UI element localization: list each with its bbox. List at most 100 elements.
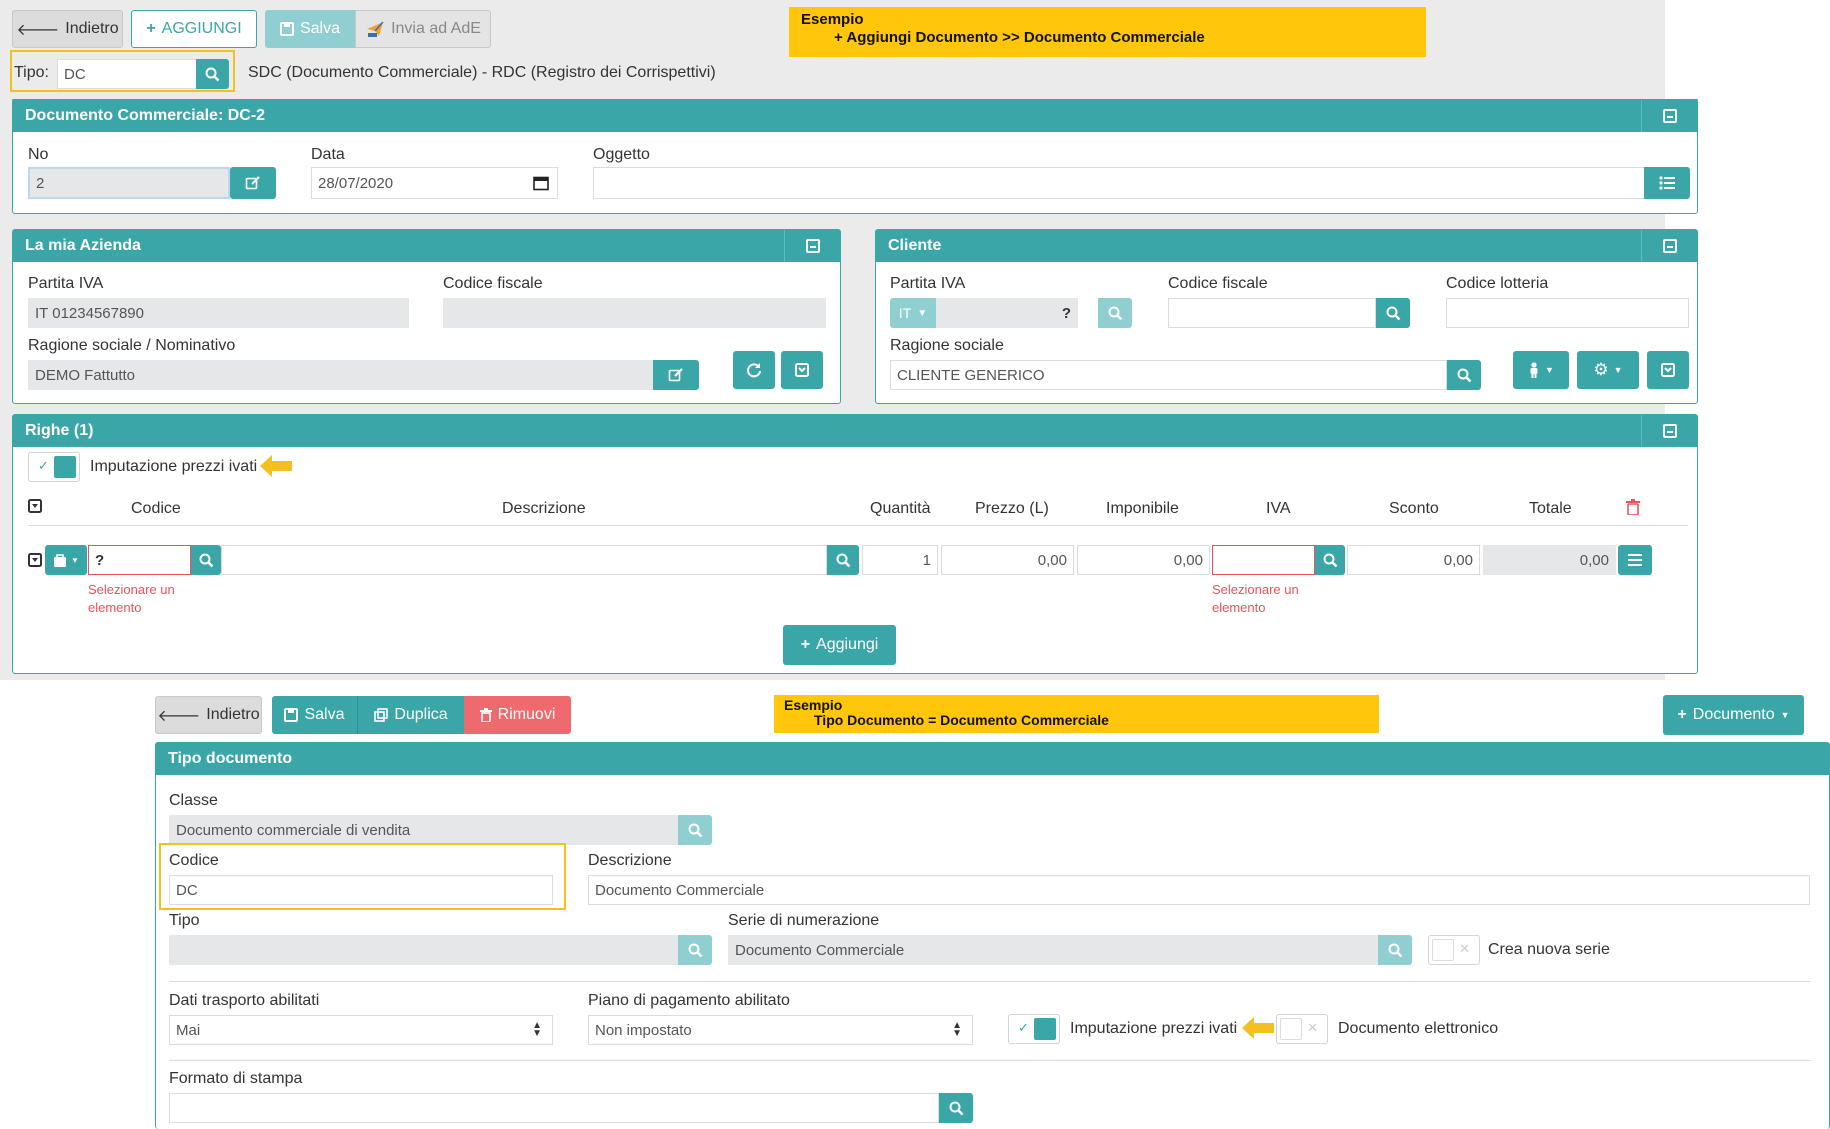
cliente-piva-input[interactable]: ? <box>936 298 1078 328</box>
person-dropdown-button[interactable]: ▼ <box>1513 351 1569 389</box>
search-icon <box>836 553 851 568</box>
imputazione-toggle[interactable]: ✓ <box>1008 1014 1060 1044</box>
classe-search-button[interactable] <box>678 815 712 845</box>
pagamento-label: Piano di pagamento abilitato <box>588 992 790 1009</box>
cliente-rs-input[interactable]: CLIENTE GENERICO <box>890 360 1447 390</box>
tipo-documento-screen: 🡐 Indietro Salva Duplica Rimuovi Esempio … <box>153 686 1830 1129</box>
documento-elettronico-label: Documento elettronico <box>1338 1020 1499 1037</box>
no-input[interactable]: 2 <box>28 167 230 199</box>
codice-input[interactable]: ? <box>88 545 191 575</box>
floppy-icon <box>284 708 299 722</box>
tipo-search-button[interactable] <box>678 935 712 965</box>
classe-label: Classe <box>169 792 218 809</box>
save-button[interactable]: Salva <box>272 696 357 734</box>
iva-input[interactable] <box>1212 545 1315 575</box>
codice-input[interactable]: DC <box>169 875 553 905</box>
plus-icon: + <box>800 636 811 653</box>
data-label: Data <box>311 146 345 163</box>
cliente-rs-search-button[interactable] <box>1447 360 1481 390</box>
cliente-cf-input[interactable] <box>1168 298 1376 328</box>
imponibile-input[interactable]: 0,00 <box>1077 545 1210 575</box>
codice-search-button[interactable] <box>191 545 221 575</box>
descrizione-input[interactable] <box>221 545 827 575</box>
send-ade-button[interactable]: Invia ad AdE <box>355 10 491 48</box>
oggetto-list-button[interactable] <box>1644 167 1690 199</box>
refresh-icon <box>746 362 762 378</box>
azienda-piva-input[interactable]: IT 01234567890 <box>28 298 409 328</box>
document-panel-header: Documento Commerciale: DC-2 <box>13 100 1697 132</box>
refresh-button[interactable] <box>733 351 775 389</box>
azienda-expand-button[interactable] <box>781 351 823 389</box>
add-row-button[interactable]: + Aggiungi <box>783 625 896 665</box>
cliente-rs-label: Ragione sociale <box>890 337 1004 354</box>
oggetto-label: Oggetto <box>593 146 650 163</box>
cliente-cf-search-button[interactable] <box>1376 298 1410 328</box>
descrizione-search-button[interactable] <box>827 545 859 575</box>
cliente-expand-button[interactable] <box>1647 351 1689 389</box>
serie-input[interactable]: Documento Commerciale <box>728 935 1378 965</box>
search-icon <box>688 943 703 958</box>
col-iva: IVA <box>1266 500 1291 517</box>
codice-error: Selezionare un elemento <box>88 582 175 615</box>
edit-number-button[interactable] <box>230 167 276 199</box>
azienda-cf-input[interactable] <box>443 298 826 328</box>
classe-input[interactable]: Documento commerciale di vendita <box>169 815 678 845</box>
search-icon <box>1457 368 1472 383</box>
formato-search-button[interactable] <box>939 1093 973 1123</box>
col-quantita: Quantità <box>870 500 931 517</box>
collapse-icon[interactable] <box>784 230 840 262</box>
collapse-icon[interactable] <box>1641 100 1697 132</box>
date-input[interactable]: 28/07/2020 <box>311 167 558 199</box>
iva-search-button[interactable] <box>1315 545 1345 575</box>
remove-button[interactable]: Rimuovi <box>464 696 571 734</box>
tipo-input[interactable]: DC <box>57 59 197 89</box>
tipo-search-button[interactable] <box>196 59 229 89</box>
tipo-input[interactable] <box>169 935 678 965</box>
codice-lotteria-input[interactable] <box>1446 298 1689 328</box>
quantita-input[interactable]: 1 <box>862 545 938 575</box>
select-all-icon[interactable] <box>28 499 42 513</box>
trash-icon[interactable] <box>1626 499 1640 515</box>
pagamento-select[interactable]: Non impostato ▲ ▼ <box>588 1015 973 1045</box>
trasporto-select[interactable]: Mai ▲ ▼ <box>169 1015 553 1045</box>
row-expand-icon[interactable] <box>28 553 42 567</box>
col-imponibile: Imponibile <box>1106 500 1179 517</box>
settings-dropdown-button[interactable]: ⚙ ▼ <box>1577 351 1639 389</box>
serie-search-button[interactable] <box>1378 935 1412 965</box>
totale-input: 0,00 <box>1483 545 1616 575</box>
arrow-left-icon: 🡐 <box>16 21 60 39</box>
prezzo-input[interactable]: 0,00 <box>941 545 1074 575</box>
back-button[interactable]: 🡐 Indietro <box>155 696 262 734</box>
caret-down-icon: ▼ <box>1613 365 1623 375</box>
azienda-piva-label: Partita IVA <box>28 275 104 292</box>
crea-serie-toggle[interactable]: ✕ <box>1428 935 1480 965</box>
tipo-label: Tipo: <box>14 64 49 81</box>
calendar-icon[interactable] <box>533 175 549 191</box>
col-prezzo: Prezzo (L) <box>975 500 1049 517</box>
sconto-input[interactable]: 0,00 <box>1347 545 1480 575</box>
collapse-icon[interactable] <box>1641 230 1697 262</box>
azienda-rs-input[interactable]: DEMO Fattutto <box>28 360 653 390</box>
documento-dropdown-button[interactable]: + Documento ▼ <box>1663 695 1804 735</box>
expand-icon <box>795 363 809 377</box>
azienda-rs-label: Ragione sociale / Nominativo <box>28 337 236 354</box>
country-dropdown[interactable]: IT ▼ <box>890 298 936 328</box>
oggetto-input[interactable] <box>593 167 1645 199</box>
save-button[interactable]: Salva <box>265 10 355 48</box>
descrizione-input[interactable]: Documento Commerciale <box>588 875 1810 905</box>
documento-elettronico-toggle[interactable]: ✕ <box>1276 1014 1328 1044</box>
azienda-cf-label: Codice fiscale <box>443 275 543 292</box>
azienda-edit-button[interactable] <box>653 360 699 390</box>
back-button[interactable]: 🡐 Indietro <box>12 10 123 48</box>
col-totale: Totale <box>1529 500 1572 517</box>
imputazione-toggle[interactable]: ✓ <box>28 452 80 482</box>
formato-input[interactable] <box>169 1093 939 1123</box>
tipo-description: SDC (Documento Commerciale) - RDC (Regis… <box>248 64 716 81</box>
row-menu-button[interactable] <box>1618 545 1652 575</box>
add-button[interactable]: + AGGIUNGI <box>131 10 257 48</box>
cliente-piva-search-button[interactable] <box>1098 298 1132 328</box>
collapse-icon[interactable] <box>1641 415 1697 447</box>
duplicate-button[interactable]: Duplica <box>357 696 464 734</box>
product-type-dropdown[interactable]: ▼ <box>45 545 87 575</box>
arrow-left-highlight-icon <box>260 454 292 478</box>
